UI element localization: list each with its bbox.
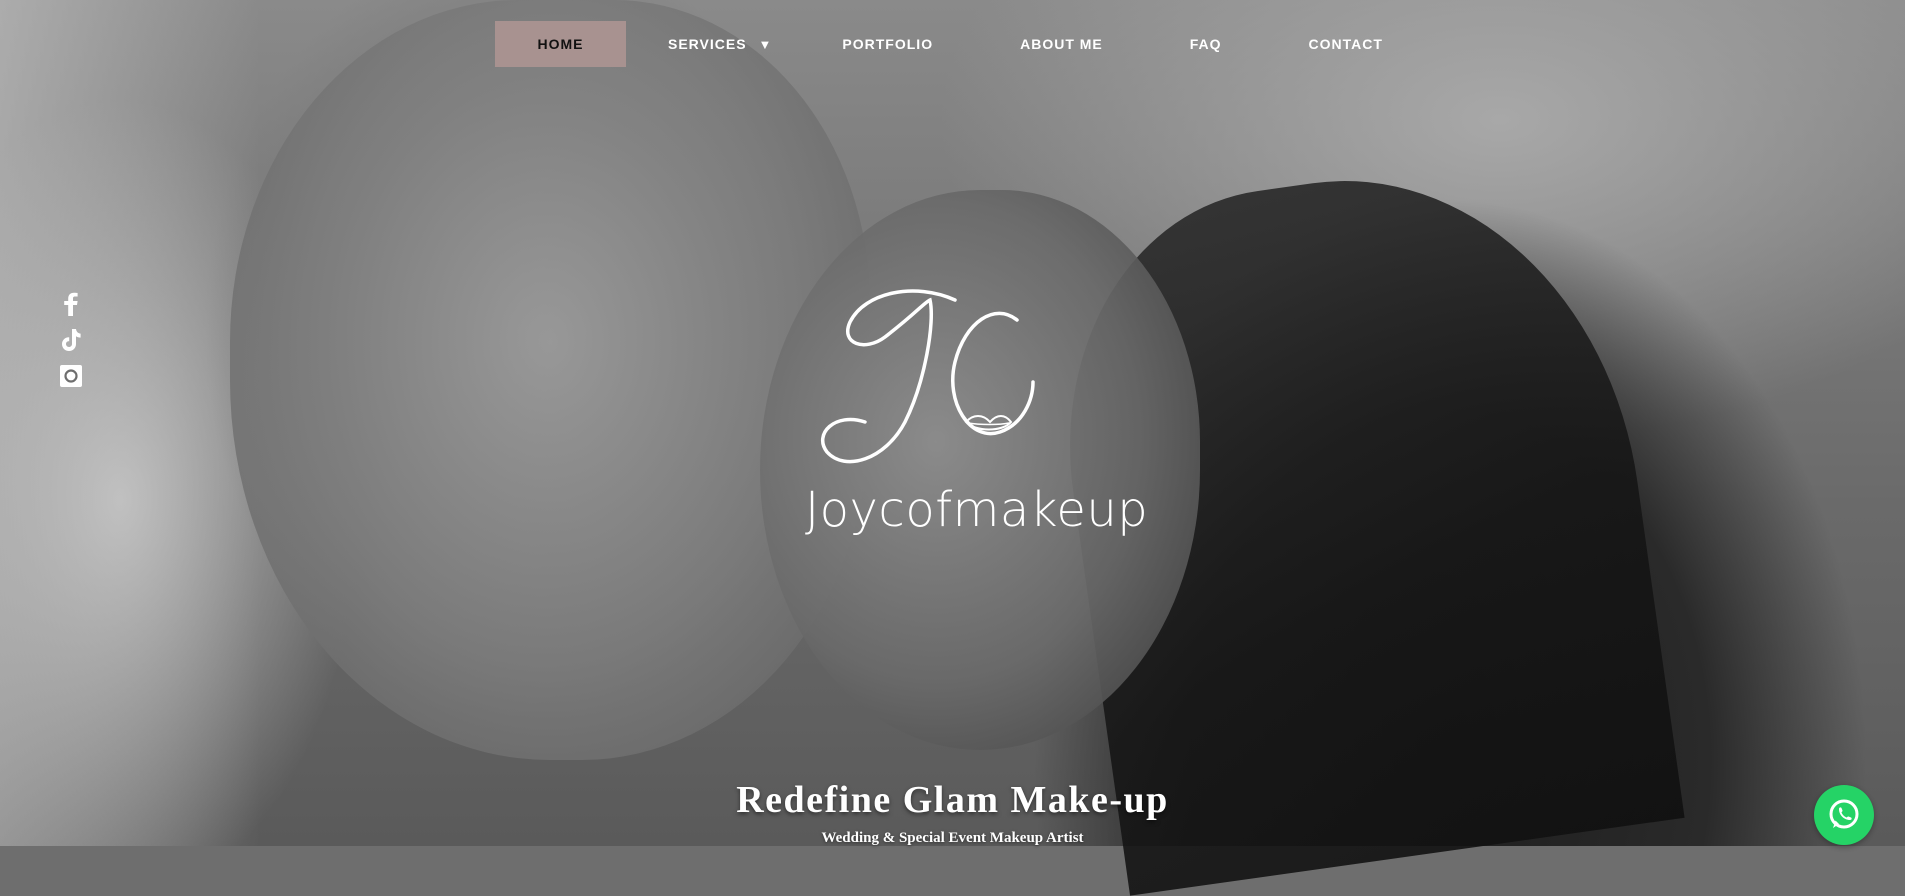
nav-services-label: SERVICES: [668, 36, 747, 52]
main-nav: HOME SERVICES ▼ PORTFOLIO ABOUT ME FAQ C…: [495, 20, 1383, 68]
nav-about-me[interactable]: ABOUT ME: [1020, 21, 1103, 67]
nav-faq[interactable]: FAQ: [1190, 21, 1222, 67]
nav-about-me-label: ABOUT ME: [1020, 36, 1103, 52]
nav-faq-label: FAQ: [1189, 36, 1222, 52]
nav-services[interactable]: SERVICES ▼: [668, 21, 772, 67]
nav-home-label: HOME: [537, 36, 584, 52]
social-links: [58, 292, 84, 388]
tiktok-icon[interactable]: [59, 328, 83, 352]
veil-overlay: [0, 0, 260, 846]
whatsapp-icon: [1829, 799, 1859, 829]
whatsapp-button[interactable]: [1814, 785, 1874, 845]
instagram-icon[interactable]: [59, 364, 83, 388]
joycofmakeup-logo[interactable]: Joycofmakeup: [805, 282, 1149, 542]
jc-monogram-icon: [820, 289, 1035, 464]
hero-subline: Wedding & Special Event Makeup Artist: [821, 830, 1084, 846]
nav-portfolio-label: PORTFOLIO: [842, 36, 934, 52]
hero-headline: Redefine Glam Make-up: [736, 779, 1169, 821]
nav-home[interactable]: HOME: [495, 21, 626, 67]
triangle-down-icon[interactable]: ▼: [759, 37, 773, 52]
brand-name: Joycofmakeup: [805, 482, 1149, 538]
nav-contact[interactable]: CONTACT: [1309, 21, 1383, 67]
facebook-icon[interactable]: [59, 292, 83, 316]
nav-contact-label: CONTACT: [1308, 36, 1383, 52]
nav-portfolio[interactable]: PORTFOLIO: [842, 21, 933, 67]
